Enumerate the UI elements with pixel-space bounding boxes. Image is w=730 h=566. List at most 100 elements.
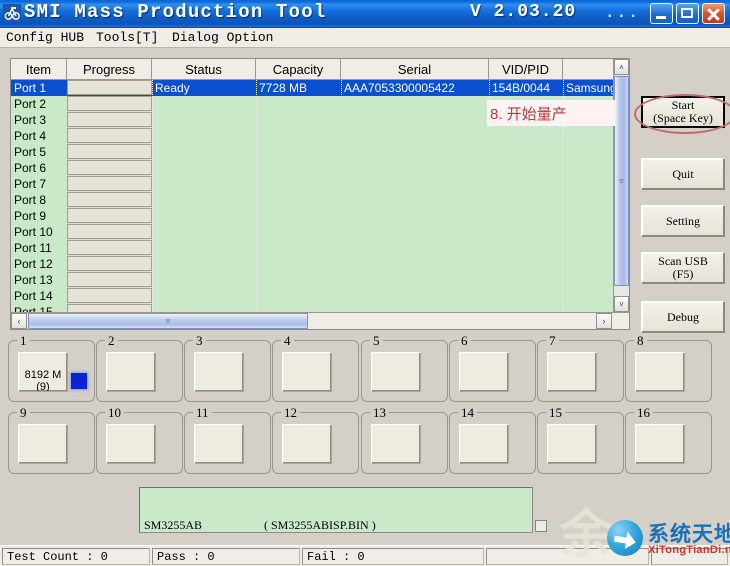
column-header-serial[interactable]: Serial bbox=[341, 59, 489, 79]
table-row[interactable]: Port 14 bbox=[11, 288, 629, 304]
column-header-capacity[interactable]: Capacity bbox=[256, 59, 341, 79]
quit-button[interactable]: Quit bbox=[641, 158, 725, 190]
slot-9[interactable]: 9 bbox=[8, 405, 95, 474]
slot-4[interactable]: 4 bbox=[272, 333, 359, 402]
slot-device-box[interactable]: 8192 M (9) bbox=[18, 352, 68, 392]
slot-6[interactable]: 6 bbox=[449, 333, 536, 402]
close-icon bbox=[703, 4, 724, 23]
slot-13[interactable]: 13 bbox=[361, 405, 448, 474]
table-row[interactable]: Port 10 bbox=[11, 224, 629, 240]
slot-2[interactable]: 2 bbox=[96, 333, 183, 402]
menu-item-tools-t[interactable]: Tools[T] bbox=[96, 30, 158, 45]
cell-status: Ready bbox=[155, 81, 190, 95]
table-row[interactable]: Port 7 bbox=[11, 176, 629, 192]
slot-device-box[interactable] bbox=[459, 352, 509, 392]
menu-item-config-hub[interactable]: Config HUB bbox=[6, 30, 84, 45]
slot-device-box[interactable] bbox=[194, 424, 244, 464]
table-row[interactable]: Port 6 bbox=[11, 160, 629, 176]
cell-serial bbox=[341, 112, 489, 128]
slot-12[interactable]: 12 bbox=[272, 405, 359, 474]
cell-item: Port 2 bbox=[14, 97, 47, 111]
table-row[interactable]: Port 9 bbox=[11, 208, 629, 224]
column-header-vid-pid[interactable]: VID/PID bbox=[489, 59, 563, 79]
slot-16[interactable]: 16 bbox=[625, 405, 712, 474]
close-button[interactable] bbox=[702, 3, 725, 24]
table-row[interactable]: Port 11 bbox=[11, 240, 629, 256]
status-pane-4 bbox=[651, 548, 728, 565]
cell-progress bbox=[67, 176, 152, 191]
slot-3[interactable]: 3 bbox=[184, 333, 271, 402]
cell-vidpid bbox=[489, 272, 563, 288]
slot-7[interactable]: 7 bbox=[537, 333, 624, 402]
cell-capacity bbox=[256, 128, 341, 144]
column-header-blank[interactable] bbox=[563, 59, 615, 79]
table-vertical-scrollbar[interactable]: ˄ ≡ ˅ bbox=[613, 59, 629, 312]
chevron-left-icon: ‹ bbox=[17, 316, 21, 326]
slot-device-box[interactable] bbox=[371, 424, 421, 464]
table-row[interactable]: Port 12 bbox=[11, 256, 629, 272]
cell-vidpid bbox=[489, 288, 563, 304]
cell-vidpid bbox=[489, 176, 563, 192]
horizontal-scroll-thumb[interactable]: ≡ bbox=[28, 313, 308, 329]
scroll-right-button[interactable]: › bbox=[596, 313, 612, 329]
minimize-button[interactable] bbox=[650, 3, 673, 24]
cell-serial bbox=[341, 288, 489, 304]
slot-device-box[interactable] bbox=[371, 352, 421, 392]
cell-capacity bbox=[256, 240, 341, 256]
slot-device-box[interactable] bbox=[194, 352, 244, 392]
slot-device-box[interactable] bbox=[106, 424, 156, 464]
slot-device-box[interactable] bbox=[282, 352, 332, 392]
slot-device-box[interactable] bbox=[635, 424, 685, 464]
slot-number-label: 11 bbox=[193, 405, 212, 421]
cell-progress bbox=[67, 208, 152, 223]
slot-number-label: 9 bbox=[17, 405, 30, 421]
slot-device-box[interactable] bbox=[459, 424, 509, 464]
cell-vidpid: 154B/0044 bbox=[492, 81, 551, 95]
slot-device-box[interactable] bbox=[547, 352, 597, 392]
slot-index-text: (9) bbox=[36, 381, 50, 392]
table-row[interactable]: Port 5 bbox=[11, 144, 629, 160]
status-fail: Fail : 0 bbox=[302, 548, 484, 565]
table-row[interactable]: Port 1 Ready 7728 MB AAA7053300005422 154B/0… bbox=[11, 80, 629, 96]
info-checkbox[interactable] bbox=[535, 520, 547, 532]
slot-device-box[interactable] bbox=[18, 424, 68, 464]
slot-number-label: 1 bbox=[17, 333, 30, 349]
column-header-progress[interactable]: Progress bbox=[67, 59, 152, 79]
cell-serial bbox=[341, 272, 489, 288]
table-horizontal-scrollbar[interactable]: ‹ ≡ › bbox=[11, 312, 629, 329]
slot-device-box[interactable] bbox=[282, 424, 332, 464]
scroll-up-button[interactable]: ˄ bbox=[614, 59, 629, 75]
slot-10[interactable]: 10 bbox=[96, 405, 183, 474]
slot-device-box[interactable] bbox=[106, 352, 156, 392]
table-row[interactable]: Port 8 bbox=[11, 192, 629, 208]
start-button[interactable]: Start (Space Key) bbox=[641, 96, 725, 128]
cell-status bbox=[152, 176, 256, 192]
slot-1[interactable]: 1 8192 M (9) bbox=[8, 333, 95, 402]
column-divider bbox=[341, 80, 342, 329]
menu-item-dialog-option[interactable]: Dialog Option bbox=[172, 30, 273, 45]
scroll-left-button[interactable]: ‹ bbox=[11, 313, 27, 329]
slot-15[interactable]: 15 bbox=[537, 405, 624, 474]
maximize-button[interactable] bbox=[676, 3, 699, 24]
scroll-down-button[interactable]: ˅ bbox=[614, 296, 629, 312]
slot-14[interactable]: 14 bbox=[449, 405, 536, 474]
debug-button[interactable]: Debug bbox=[641, 301, 725, 333]
cell-status bbox=[152, 160, 256, 176]
cell-vendor bbox=[563, 272, 615, 288]
slot-5[interactable]: 5 bbox=[361, 333, 448, 402]
cell-vendor bbox=[563, 256, 615, 272]
table-row[interactable]: Port 4 bbox=[11, 128, 629, 144]
cell-progress bbox=[67, 240, 152, 255]
column-header-status[interactable]: Status bbox=[152, 59, 256, 79]
slot-device-box[interactable] bbox=[635, 352, 685, 392]
slot-11[interactable]: 11 bbox=[184, 405, 271, 474]
cell-item: Port 5 bbox=[14, 145, 47, 159]
slot-device-box[interactable] bbox=[547, 424, 597, 464]
column-header-item[interactable]: Item bbox=[11, 59, 67, 79]
setting-button[interactable]: Setting bbox=[641, 205, 725, 237]
minimize-icon bbox=[651, 4, 672, 23]
table-row[interactable]: Port 13 bbox=[11, 272, 629, 288]
vertical-scroll-thumb[interactable]: ≡ bbox=[614, 76, 629, 286]
scan-usb-button[interactable]: Scan USB (F5) bbox=[641, 252, 725, 284]
slot-8[interactable]: 8 bbox=[625, 333, 712, 402]
